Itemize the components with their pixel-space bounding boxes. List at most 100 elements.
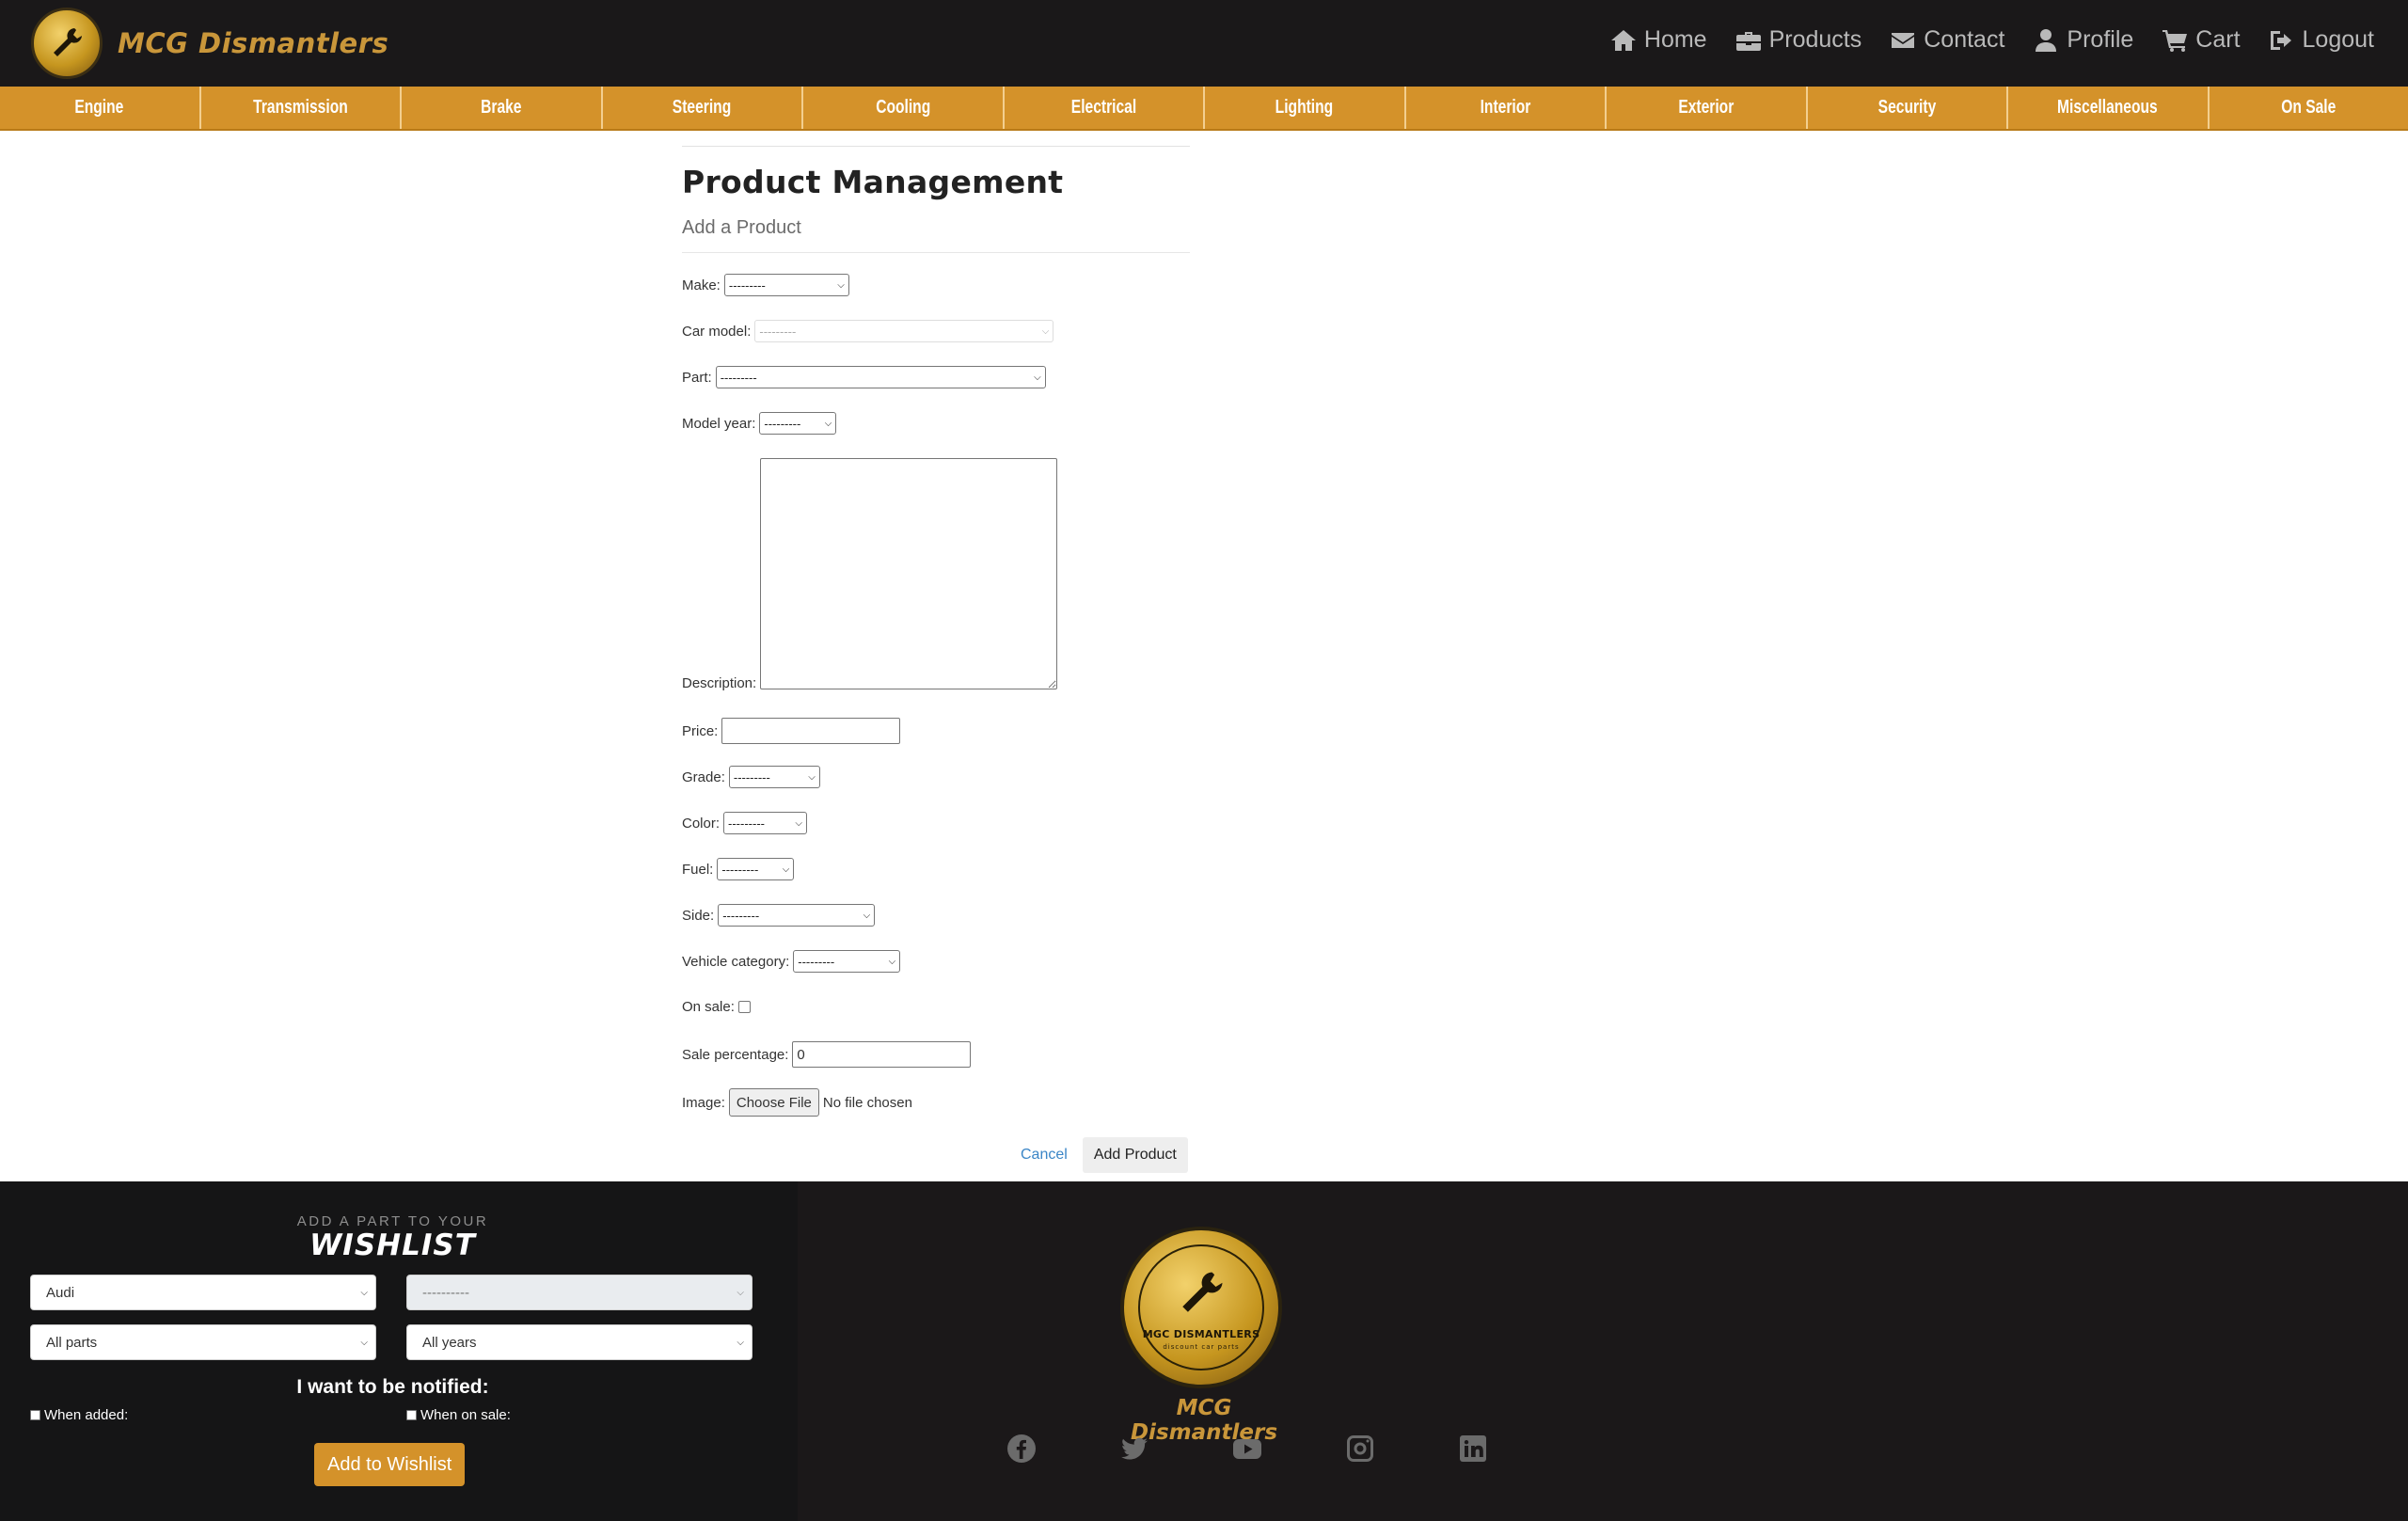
nav-home[interactable]: Home [1610, 26, 1707, 54]
twitter-link[interactable] [1078, 1428, 1191, 1469]
when-added-option[interactable]: When added: [30, 1407, 128, 1423]
logo-icon: MGC DISMANTLERS discount car parts [1120, 1227, 1282, 1388]
car-model-select[interactable]: --------- ⌵ [754, 320, 1054, 342]
facebook-icon [1007, 1434, 1036, 1463]
grade-label: Grade: [682, 768, 725, 785]
category-steering[interactable]: Steering [603, 87, 803, 129]
chevron-down-icon: ⌵ [1041, 325, 1050, 337]
nav-profile[interactable]: Profile [2033, 26, 2133, 54]
car-model-row: Car model: --------- ⌵ [682, 320, 1054, 342]
twitter-icon [1121, 1437, 1148, 1460]
wishlist-part-select[interactable]: All parts ⌵ [30, 1324, 376, 1360]
notify-heading: I want to be notified: [296, 1376, 489, 1398]
image-label: Image: [682, 1094, 725, 1111]
category-electrical[interactable]: Electrical [1005, 87, 1205, 129]
price-row: Price: [682, 718, 901, 744]
sale-percentage-input[interactable]: 0 [792, 1041, 972, 1068]
on-sale-label: On sale: [682, 999, 735, 1015]
fuel-select[interactable]: --------- ⌵ [717, 858, 795, 880]
chevron-down-icon: ⌵ [737, 1287, 744, 1298]
divider [682, 146, 1190, 147]
part-row: Part: --------- ⌵ [682, 366, 1046, 388]
on-sale-checkbox[interactable] [737, 1001, 751, 1013]
color-select[interactable]: --------- ⌵ [723, 812, 808, 834]
when-on-sale-option[interactable]: When on sale: [406, 1407, 511, 1423]
top-navbar: MCG Dismantlers Home Products Contact Pr… [0, 0, 2408, 87]
category-cooling[interactable]: Cooling [803, 87, 1005, 129]
logo-text: MGC DISMANTLERS [1142, 1328, 1260, 1340]
category-exterior[interactable]: Exterior [1607, 87, 1808, 129]
instagram-icon [1347, 1435, 1373, 1462]
chevron-down-icon: ⌵ [837, 279, 845, 291]
wishlist-make-select[interactable]: Audi ⌵ [30, 1275, 376, 1310]
linkedin-link[interactable] [1417, 1428, 1529, 1469]
cart-icon [2162, 29, 2188, 52]
sale-percentage-label: Sale percentage: [682, 1046, 789, 1063]
when-on-sale-label: When on sale: [420, 1407, 511, 1423]
nav-label: Contact [1924, 26, 2005, 53]
part-select[interactable]: --------- ⌵ [715, 366, 1046, 388]
on-sale-row: On sale: [682, 999, 751, 1015]
logout-icon [2270, 30, 2291, 50]
form-subtitle: Add a Product [682, 217, 1190, 253]
category-brake[interactable]: Brake [402, 87, 603, 129]
chevron-down-icon: ⌵ [824, 418, 832, 429]
category-transmission[interactable]: Transmission [201, 87, 402, 129]
footer: ADD A PART TO YOUR WISHLIST Audi ⌵ ------… [0, 1181, 2408, 1521]
instagram-link[interactable] [1304, 1428, 1417, 1469]
chevron-down-icon: ⌵ [737, 1337, 744, 1348]
category-security[interactable]: Security [1808, 87, 2008, 129]
chevron-down-icon: ⌵ [360, 1337, 368, 1348]
category-lighting[interactable]: Lighting [1205, 87, 1406, 129]
vehicle-category-select[interactable]: --------- ⌵ [793, 950, 901, 973]
file-status: No file chosen [822, 1094, 912, 1111]
form-actions: Cancel Add Product [1021, 1137, 1188, 1173]
nav-contact[interactable]: Contact [1890, 26, 2004, 54]
nav-products[interactable]: Products [1735, 26, 1862, 54]
side-select[interactable]: --------- ⌵ [718, 904, 876, 927]
user-icon [2036, 28, 2057, 52]
cancel-link[interactable]: Cancel [1021, 1147, 1068, 1164]
when-on-sale-checkbox[interactable] [406, 1410, 417, 1420]
category-miscellaneous[interactable]: Miscellaneous [2008, 87, 2210, 129]
make-select[interactable]: --------- ⌵ [723, 274, 849, 296]
description-textarea[interactable] [760, 458, 1058, 689]
choose-file-button[interactable]: Choose File [728, 1088, 819, 1117]
wishlist-model-select[interactable]: ---------- ⌵ [406, 1275, 752, 1310]
brand[interactable]: MCG Dismantlers [31, 8, 388, 79]
product-form-container: Product Management Add a Product Make: -… [682, 146, 1190, 1173]
color-row: Color: --------- ⌵ [682, 812, 808, 834]
vehicle-category-row: Vehicle category: --------- ⌵ [682, 950, 901, 973]
when-added-checkbox[interactable] [30, 1410, 40, 1420]
nav-cart[interactable]: Cart [2162, 26, 2241, 54]
chevron-down-icon: ⌵ [1034, 372, 1041, 383]
chevron-down-icon: ⌵ [888, 956, 896, 967]
youtube-icon [1233, 1439, 1261, 1459]
youtube-link[interactable] [1191, 1428, 1304, 1469]
add-to-wishlist-button[interactable]: Add to Wishlist [314, 1443, 466, 1486]
chevron-down-icon: ⌵ [782, 863, 790, 875]
toolbox-icon [1735, 31, 1761, 51]
image-row: Image: Choose File No file chosen [682, 1088, 912, 1117]
nav-label: Products [1768, 26, 1862, 53]
nav-label: Profile [2067, 26, 2134, 53]
home-icon [1610, 29, 1636, 51]
category-on-sale[interactable]: On Sale [2210, 87, 2408, 129]
wishlist-year-select[interactable]: All years ⌵ [406, 1324, 752, 1360]
nav-logout[interactable]: Logout [2269, 26, 2374, 54]
make-label: Make: [682, 277, 721, 293]
footer-logo: MGC DISMANTLERS discount car parts [1120, 1227, 1282, 1388]
description-label: Description: [682, 675, 757, 691]
wishlist-panel: ADD A PART TO YOUR WISHLIST Audi ⌵ ------… [0, 1181, 798, 1521]
category-interior[interactable]: Interior [1406, 87, 1607, 129]
category-engine[interactable]: Engine [0, 87, 201, 129]
chevron-down-icon: ⌵ [360, 1287, 368, 1298]
facebook-link[interactable] [965, 1428, 1078, 1469]
add-product-button[interactable]: Add Product [1082, 1137, 1188, 1173]
nav-label: Cart [2195, 26, 2241, 53]
grade-select[interactable]: --------- ⌵ [728, 766, 820, 788]
price-input[interactable] [721, 718, 901, 744]
grade-row: Grade: --------- ⌵ [682, 766, 820, 788]
model-year-select[interactable]: --------- ⌵ [759, 412, 837, 435]
logo-emblem: MGC DISMANTLERS discount car parts [1137, 1244, 1265, 1371]
